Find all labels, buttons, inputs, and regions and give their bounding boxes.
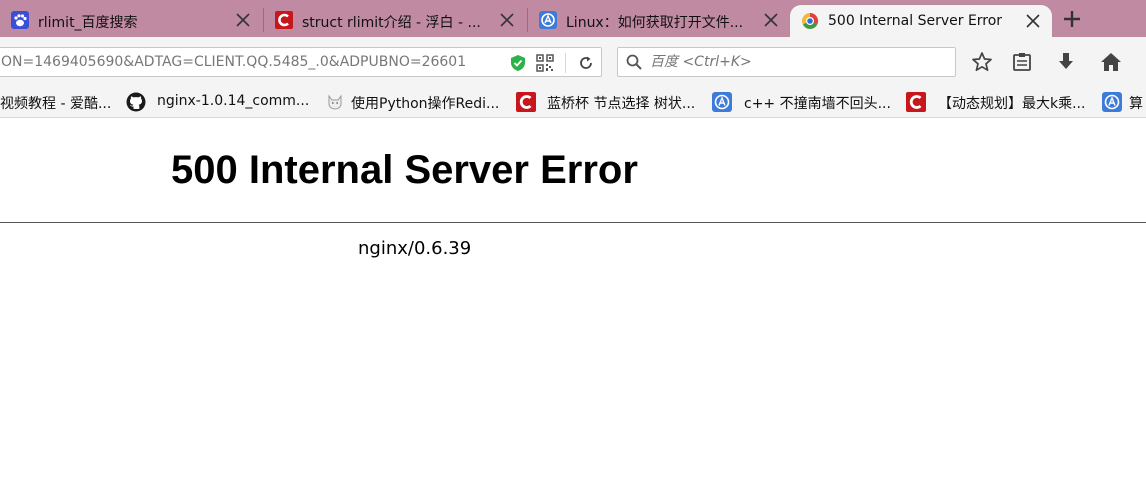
search-box[interactable]: [617, 47, 956, 77]
bookmark-item[interactable]: 蓝桥杯 节点选择 树状...: [516, 92, 706, 112]
blog-icon: [539, 11, 557, 29]
download-icon[interactable]: [1055, 51, 1077, 73]
csdn-icon: [275, 11, 293, 29]
bookmark-item[interactable]: 使用Python操作Redi...: [325, 92, 510, 112]
tab-strip: rlimit_百度搜索 struct rlimit介绍 - 浮白 - ... L…: [0, 0, 1146, 37]
close-icon[interactable]: [234, 11, 252, 29]
page-title: 500 Internal Server Error: [171, 148, 638, 192]
server-signature: nginx/0.6.39: [358, 238, 472, 259]
home-icon[interactable]: [1100, 51, 1122, 73]
close-icon[interactable]: [1024, 12, 1042, 30]
security-shield-icon[interactable]: [509, 54, 527, 72]
qr-code-icon[interactable]: [536, 54, 554, 72]
search-icon: [625, 53, 643, 71]
new-tab-icon[interactable]: [1060, 7, 1084, 31]
bookmark-item[interactable]: 【动态规划】最大k乘...: [906, 92, 1096, 112]
bookmarks-bar: 视频教程 - 爱酷... nginx-1.0.14_comm... 使用Pyth…: [0, 86, 1146, 118]
bookmark-item[interactable]: c++ 不撞南墙不回头...: [712, 92, 902, 112]
csdn-icon: [516, 92, 536, 112]
bookmark-label: nginx-1.0.14_comm...: [157, 93, 310, 109]
bookmark-label: c++ 不撞南墙不回头...: [744, 96, 891, 112]
bookmark-label: 视频教程 - 爱酷...: [0, 96, 112, 112]
bookmark-item[interactable]: 视频教程 - 爱酷...: [0, 92, 120, 112]
bookmark-item[interactable]: 算: [1102, 92, 1146, 112]
csdn-icon: [906, 92, 926, 112]
github-icon: [126, 92, 146, 112]
cat-icon: [325, 92, 345, 112]
reading-list-icon[interactable]: [1011, 51, 1033, 73]
tab-title: Linux：如何获取打开文件...: [566, 15, 744, 31]
address-divider: [565, 53, 566, 73]
navigation-bar: ON=1469405690&ADTAG=CLIENT.QQ.5485_.0&AD…: [0, 37, 1146, 86]
page-content: 500 Internal Server Error nginx/0.6.39: [0, 118, 1146, 484]
tab-title: struct rlimit介绍 - 浮白 - ...: [302, 15, 481, 31]
bookmark-star-icon[interactable]: [971, 51, 993, 73]
tab-linux-open-files[interactable]: Linux：如何获取打开文件...: [528, 4, 790, 37]
close-icon[interactable]: [762, 11, 780, 29]
blog-icon: [1102, 92, 1122, 112]
tab-rlimit-search[interactable]: rlimit_百度搜索: [0, 4, 262, 37]
search-input[interactable]: [650, 52, 940, 72]
bookmark-item[interactable]: nginx-1.0.14_comm...: [126, 92, 316, 112]
tab-title: 500 Internal Server Error: [828, 13, 1003, 29]
bookmark-label: 【动态规划】最大k乘...: [938, 96, 1086, 112]
bookmark-label: 使用Python操作Redi...: [351, 96, 500, 112]
close-icon[interactable]: [498, 11, 516, 29]
blog-icon: [712, 92, 732, 112]
bookmark-label: 算: [1129, 96, 1143, 112]
bookmark-label: 蓝桥杯 节点选择 树状...: [547, 96, 696, 112]
browser-logo-icon: [801, 12, 819, 30]
divider: [0, 222, 1146, 223]
address-bar[interactable]: ON=1469405690&ADTAG=CLIENT.QQ.5485_.0&AD…: [0, 47, 602, 77]
reload-icon[interactable]: [577, 54, 595, 72]
url-text[interactable]: ON=1469405690&ADTAG=CLIENT.QQ.5485_.0&AD…: [1, 54, 489, 70]
tab-500-error[interactable]: 500 Internal Server Error: [789, 4, 1053, 37]
tab-title: rlimit_百度搜索: [38, 15, 138, 31]
tab-struct-rlimit[interactable]: struct rlimit介绍 - 浮白 - ...: [264, 4, 526, 37]
baidu-paw-icon: [11, 11, 29, 29]
